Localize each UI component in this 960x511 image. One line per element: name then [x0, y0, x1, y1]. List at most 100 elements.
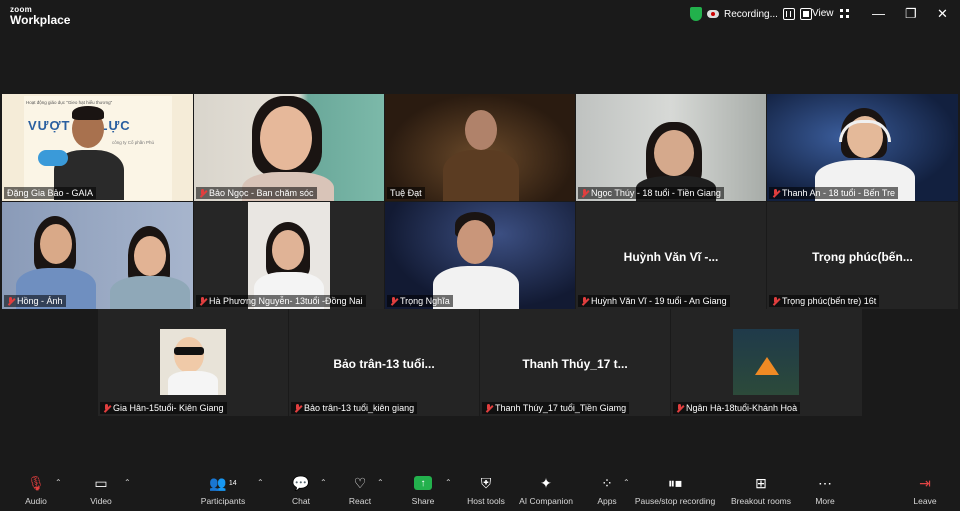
video-tile[interactable]: Tuệ Đạt — [385, 94, 575, 201]
tent-icon — [755, 357, 779, 375]
participant-name: Ngọc Thúy - 18 tuổi - Tiền Giang — [578, 187, 724, 199]
participant-face — [174, 337, 204, 373]
video-tile[interactable]: Hồng - Ánh — [2, 202, 193, 309]
participant-hair — [72, 106, 104, 120]
participant-body — [110, 276, 190, 309]
participant-name: Huỳnh Văn Vĩ - 19 tuổi - An Giang — [578, 295, 730, 307]
brand-bottom: Workplace — [10, 13, 71, 27]
react-chevron-icon[interactable]: ⌃ — [377, 478, 384, 487]
participant-name: Thanh Thúy_17 tuổi_Tiền Giamg — [482, 402, 630, 414]
mic-muted-icon — [390, 296, 397, 306]
mic-muted-icon: 🎙 — [27, 474, 45, 491]
slide-footer: công ty Cổ phần Phú — [112, 140, 155, 145]
share-screen-icon: ↑ — [414, 476, 432, 490]
apps-chevron-icon[interactable]: ⌃ — [623, 478, 630, 487]
recording-indicator: Recording... — [690, 7, 812, 21]
apps-button[interactable]: ⁘ Apps — [572, 474, 642, 507]
video-tile[interactable]: Trọng Nghĩa — [385, 202, 575, 309]
view-label: View — [812, 8, 834, 19]
react-button[interactable]: ♡ React — [325, 474, 395, 507]
video-tile[interactable]: Hoạt động giáo dục "Gieo hạt hiểu thương… — [2, 94, 193, 201]
mic-muted-icon — [772, 188, 779, 198]
participant-display-name: Trọng phúc(bến... — [812, 250, 913, 265]
video-tile[interactable]: Thanh Thúy_17 t... Thanh Thúy_17 tuổi_Ti… — [480, 309, 670, 416]
participants-icon: 👥 14 — [209, 474, 237, 491]
video-tile[interactable]: Bảo Ngọc - Ban chăm sóc — [194, 94, 384, 201]
participant-name: Ngân Hà-18tuổi-Khánh Hoà — [673, 402, 801, 414]
participant-face — [457, 220, 493, 264]
more-button[interactable]: ⋯ More — [790, 474, 860, 507]
slide-cloud — [38, 150, 68, 166]
mic-muted-icon — [581, 296, 588, 306]
participant-body — [168, 371, 218, 395]
video-tile[interactable]: Huỳnh Văn Vĩ -... Huỳnh Văn Vĩ - 19 tuổi… — [576, 202, 766, 309]
video-camera-icon: ▭ — [94, 474, 108, 491]
zoom-meeting-window: zoom Workplace Recording... View — ❐ ✕ H… — [0, 0, 960, 511]
participant-face — [134, 236, 166, 276]
participant-face — [272, 230, 304, 270]
participant-name: Hồng - Ánh — [4, 295, 66, 307]
video-tile[interactable]: Bảo trân-13 tuổi... Bảo trân-13 tuổi_kiê… — [289, 309, 479, 416]
sparkle-icon: ✦ — [540, 474, 552, 491]
sunglasses-icon — [174, 347, 204, 355]
pause-icon — [786, 11, 792, 17]
minimize-icon[interactable]: — — [872, 6, 885, 21]
participant-display-name: Thanh Thúy_17 t... — [522, 357, 628, 372]
participant-name: Đặng Gia Bảo - GAIA — [4, 187, 97, 199]
video-tile[interactable]: Ngọc Thúy - 18 tuổi - Tiền Giang — [576, 94, 766, 201]
participant-name: Hà Phương Nguyễn- 13tuổi -Đồng Nai — [196, 295, 366, 307]
chat-icon: 💬 — [292, 474, 310, 491]
slide-subtitle: Hoạt động giáo dục "Gieo hạt hiểu thương… — [26, 100, 113, 105]
participants-chevron-icon[interactable]: ⌃ — [257, 478, 264, 487]
pause-stop-recording-button[interactable]: ⏸⏹ Pause/stop recording — [635, 474, 715, 507]
security-shield-icon[interactable] — [690, 7, 702, 21]
shield-icon: ⛨ — [480, 474, 492, 491]
mic-muted-icon — [772, 296, 779, 306]
pause-stop-icon: ⏸⏹ — [668, 474, 682, 491]
mic-muted-icon — [103, 403, 110, 413]
breakout-grid-icon: ⊞ — [755, 474, 767, 491]
meeting-toolbar: 🎙 Audio ⌃ ▭ Video ⌃ 👥 14 Participants ⌃ 💬… — [0, 466, 960, 511]
stop-icon — [802, 11, 809, 17]
mic-muted-icon — [7, 296, 14, 306]
video-tile[interactable]: Ngân Hà-18tuổi-Khánh Hoà — [671, 309, 862, 416]
participant-face — [465, 110, 497, 150]
participant-name: Gia Hân-15tuổi- Kiên Giang — [100, 402, 227, 414]
mic-muted-icon — [485, 403, 492, 413]
participant-face — [654, 130, 694, 176]
participant-name: Trọng Nghĩa — [387, 295, 453, 307]
zoom-logo: zoom Workplace — [10, 4, 70, 26]
close-icon[interactable]: ✕ — [937, 6, 948, 22]
video-tile[interactable]: Hà Phương Nguyễn- 13tuổi -Đồng Nai — [194, 202, 384, 309]
mic-muted-icon — [581, 188, 588, 198]
leave-icon: ⇥ — [919, 474, 931, 491]
audio-options-chevron-icon[interactable]: ⌃ — [55, 478, 62, 487]
participant-name: Bảo trân-13 tuổi_kiên giang — [291, 402, 418, 414]
participant-name: Trọng phúc(bến tre) 16t — [769, 295, 880, 307]
participant-name: Bảo Ngọc - Ban chăm sóc — [196, 187, 317, 199]
mic-muted-icon — [199, 188, 206, 198]
video-tile[interactable]: Trọng phúc(bến... Trọng phúc(bến tre) 16… — [767, 202, 958, 309]
participants-button[interactable]: 👥 14 Participants — [188, 474, 258, 507]
view-button[interactable]: View — [812, 8, 849, 19]
apps-icon: ⁘ — [601, 474, 613, 491]
pause-recording-button[interactable] — [782, 8, 795, 20]
video-tile[interactable]: Thanh An - 18 tuổi - Bến Tre — [767, 94, 958, 201]
title-bar: zoom Workplace Recording... View — ❐ ✕ — [0, 0, 960, 30]
restore-icon[interactable]: ❐ — [905, 6, 917, 22]
participant-name: Thanh An - 18 tuổi - Bến Tre — [769, 187, 899, 199]
breakout-rooms-button[interactable]: ⊞ Breakout rooms — [726, 474, 796, 507]
mic-muted-icon — [199, 296, 206, 306]
participant-face — [260, 106, 312, 170]
video-tile[interactable]: Gia Hân-15tuổi- Kiên Giang — [98, 309, 288, 416]
leave-button[interactable]: ⇥ Leave — [890, 474, 960, 507]
video-options-chevron-icon[interactable]: ⌃ — [124, 478, 131, 487]
participant-face — [40, 224, 72, 264]
mic-muted-icon — [294, 403, 301, 413]
participant-body — [443, 150, 519, 201]
stop-recording-button[interactable] — [799, 8, 812, 20]
ai-companion-button[interactable]: ✦ AI Companion — [511, 474, 581, 507]
participant-display-name: Huỳnh Văn Vĩ -... — [623, 250, 719, 265]
grid-icon — [839, 9, 849, 18]
participant-name: Tuệ Đạt — [387, 187, 425, 199]
